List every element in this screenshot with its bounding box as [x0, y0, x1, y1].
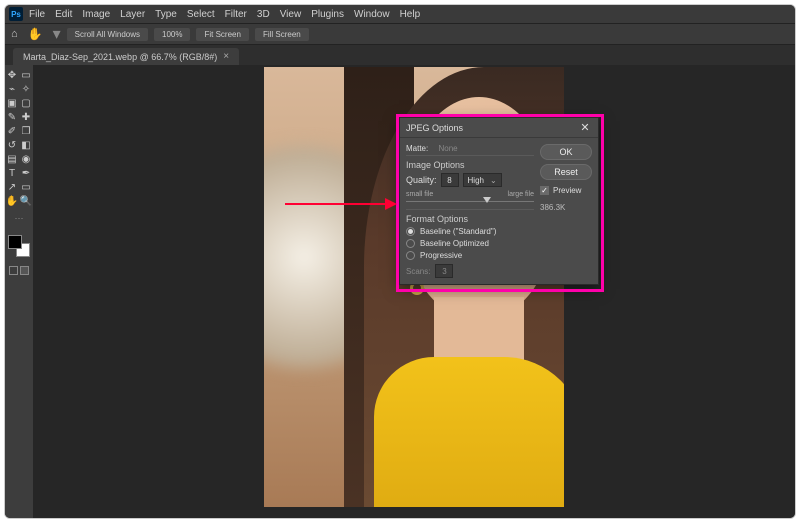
menu-layer[interactable]: Layer: [120, 9, 145, 20]
frame-tool-icon[interactable]: ▢: [20, 97, 32, 109]
fit-screen-button[interactable]: Fit Screen: [196, 28, 248, 41]
quality-preset-select[interactable]: High: [463, 173, 502, 187]
preview-label: Preview: [553, 186, 581, 195]
radio-on-icon: [406, 227, 415, 236]
foreground-color-swatch[interactable]: [8, 235, 22, 249]
quality-label: Quality:: [406, 175, 437, 185]
healing-tool-icon[interactable]: ✚: [20, 111, 32, 123]
menu-3d[interactable]: 3D: [257, 9, 270, 20]
reset-button[interactable]: Reset: [540, 164, 592, 180]
quickmask-mode-icon[interactable]: [20, 266, 29, 275]
document-tab-bar: Marta_Diaz-Sep_2021.webp @ 66.7% (RGB/8#…: [5, 45, 795, 65]
stamp-tool-icon[interactable]: ❐: [20, 125, 32, 137]
ok-button[interactable]: OK: [540, 144, 592, 160]
matte-value[interactable]: None: [438, 144, 457, 153]
document-tab-label: Marta_Diaz-Sep_2021.webp @ 66.7% (RGB/8#…: [23, 52, 217, 62]
app-window: Ps File Edit Image Layer Type Select Fil…: [4, 4, 796, 519]
menu-type[interactable]: Type: [155, 9, 177, 20]
eyedropper-tool-icon[interactable]: ✎: [6, 111, 18, 123]
options-bar: ⌂ ✋ ▾ Scroll All Windows 100% Fit Screen…: [5, 23, 795, 45]
move-tool-icon[interactable]: ✥: [6, 69, 18, 81]
baseline-standard-label: Baseline ("Standard"): [420, 227, 496, 236]
radio-off-icon: [406, 239, 415, 248]
menu-select[interactable]: Select: [187, 9, 215, 20]
gradient-tool-icon[interactable]: ▤: [6, 153, 18, 165]
history-brush-tool-icon[interactable]: ↺: [6, 139, 18, 151]
marquee-tool-icon[interactable]: ▭: [20, 69, 32, 81]
tools-panel: ✥ ▭ ⌁ ✧ ▣ ▢ ✎ ✚ ✐ ❐ ↺ ◧ ▤ ◉ T ✒ ↗ ▭ ✋ 🔍: [5, 65, 33, 518]
pen-tool-icon[interactable]: ✒: [20, 167, 32, 179]
scroll-all-windows-toggle[interactable]: Scroll All Windows: [67, 28, 148, 41]
baseline-standard-radio[interactable]: Baseline ("Standard"): [406, 227, 534, 236]
dialog-titlebar[interactable]: JPEG Options ✕: [400, 118, 598, 138]
wand-tool-icon[interactable]: ✧: [20, 83, 32, 95]
menu-filter[interactable]: Filter: [225, 9, 247, 20]
progressive-label: Progressive: [420, 251, 462, 260]
shape-tool-icon[interactable]: ▭: [20, 181, 32, 193]
quality-input[interactable]: 8: [441, 173, 459, 187]
menu-window[interactable]: Window: [354, 9, 390, 20]
file-size-readout: 386.3K: [540, 203, 592, 212]
zoom-tool-icon[interactable]: 🔍: [20, 195, 32, 207]
checkbox-checked-icon: ✓: [540, 186, 549, 195]
radio-off-icon: [406, 251, 415, 260]
hand-tool-icon[interactable]: ✋: [28, 27, 43, 41]
menu-help[interactable]: Help: [400, 9, 421, 20]
standard-mode-icon[interactable]: [9, 266, 18, 275]
annotation-arrow-icon: [285, 203, 395, 205]
baseline-optimized-radio[interactable]: Baseline Optimized: [406, 239, 534, 248]
image-options-heading: Image Options: [406, 160, 534, 170]
fill-screen-button[interactable]: Fill Screen: [255, 28, 309, 41]
scans-label: Scans:: [406, 267, 430, 276]
menu-image[interactable]: Image: [82, 9, 110, 20]
large-file-label: large file: [508, 191, 534, 198]
app-logo-icon: Ps: [9, 7, 23, 21]
slider-thumb-icon[interactable]: [483, 197, 491, 203]
jpeg-options-dialog: JPEG Options ✕ Matte: None Image Options…: [399, 117, 599, 285]
hand-tool-icon2[interactable]: ✋: [6, 195, 18, 207]
dialog-title: JPEG Options: [406, 123, 463, 133]
small-file-label: small file: [406, 191, 433, 198]
blur-tool-icon[interactable]: ◉: [20, 153, 32, 165]
menu-view[interactable]: View: [280, 9, 302, 20]
quality-slider[interactable]: small file large file: [406, 191, 534, 205]
path-tool-icon[interactable]: ↗: [6, 181, 18, 193]
progressive-radio[interactable]: Progressive: [406, 251, 534, 260]
close-tab-icon[interactable]: ×: [223, 51, 229, 62]
close-icon[interactable]: ✕: [578, 121, 592, 135]
menu-file[interactable]: File: [29, 9, 45, 20]
matte-label: Matte:: [406, 144, 428, 153]
baseline-optimized-label: Baseline Optimized: [420, 239, 489, 248]
tools-more-icon[interactable]: ⋯: [15, 213, 24, 224]
document-tab[interactable]: Marta_Diaz-Sep_2021.webp @ 66.7% (RGB/8#…: [13, 48, 239, 65]
menu-edit[interactable]: Edit: [55, 9, 72, 20]
brush-tool-icon[interactable]: ✐: [6, 125, 18, 137]
home-icon[interactable]: ⌂: [11, 28, 18, 40]
crop-tool-icon[interactable]: ▣: [6, 97, 18, 109]
type-tool-icon[interactable]: T: [6, 167, 18, 179]
color-swatches[interactable]: [8, 235, 30, 257]
scans-input: 3: [435, 264, 453, 278]
zoom-100-button[interactable]: 100%: [154, 28, 190, 41]
menu-plugins[interactable]: Plugins: [311, 9, 344, 20]
menu-bar: Ps File Edit Image Layer Type Select Fil…: [5, 5, 795, 23]
lasso-tool-icon[interactable]: ⌁: [6, 83, 18, 95]
eraser-tool-icon[interactable]: ◧: [20, 139, 32, 151]
matte-row: Matte: None: [406, 144, 534, 156]
preview-checkbox[interactable]: ✓ Preview: [540, 186, 592, 195]
format-options-heading: Format Options: [406, 214, 534, 224]
